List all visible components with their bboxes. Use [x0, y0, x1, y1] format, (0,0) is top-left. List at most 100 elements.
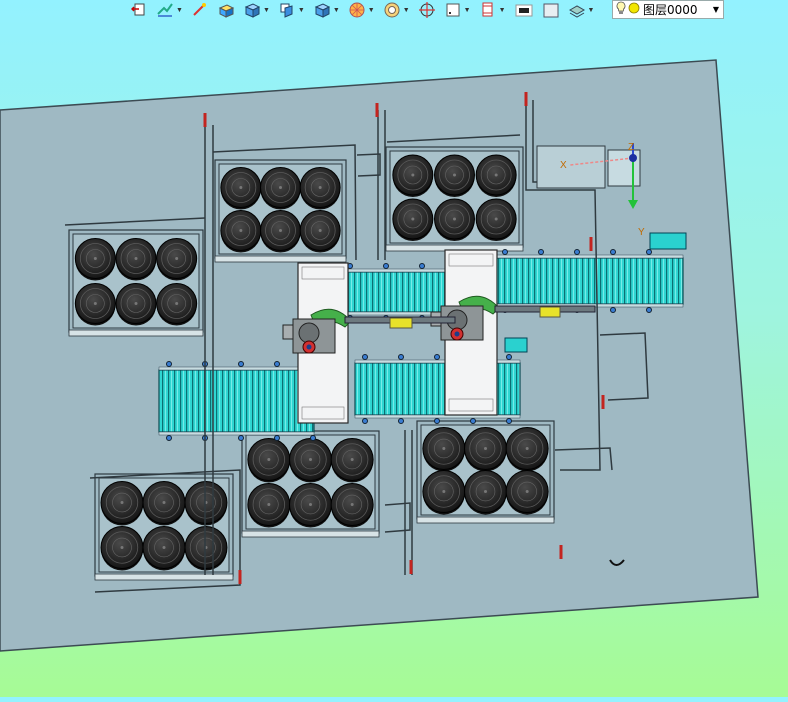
- hide-show-button[interactable]: ▼: [383, 1, 410, 19]
- post-marker: [238, 570, 242, 584]
- post-marker: [409, 560, 413, 574]
- tire: [289, 483, 332, 528]
- chevron-down-icon[interactable]: ▼: [713, 5, 719, 14]
- small-motor: [504, 337, 528, 353]
- tire: [100, 526, 144, 571]
- tire: [115, 238, 157, 281]
- post-marker: [524, 92, 528, 106]
- extrude-button[interactable]: [217, 1, 235, 19]
- tire: [156, 283, 198, 326]
- post-marker: [375, 103, 379, 117]
- post-marker: [559, 545, 563, 559]
- graphics-viewport[interactable]: Z Y X: [0, 20, 788, 697]
- view-orientation-icon: [278, 1, 296, 19]
- tire: [422, 470, 466, 515]
- tire: [392, 198, 434, 241]
- hide-show-icon: [383, 1, 401, 19]
- section-view-icon: [313, 1, 331, 19]
- tire-pallet: [214, 159, 347, 263]
- lightbulb-icon: [616, 1, 626, 18]
- x-axis-label: X: [560, 160, 567, 171]
- chevron-down-icon[interactable]: ▼: [464, 7, 471, 14]
- sketch-icon: [418, 1, 436, 19]
- tire: [220, 210, 262, 253]
- view-cube-icon: [243, 1, 261, 19]
- factory-layout: Z Y X: [0, 59, 759, 652]
- appearance-icon: [479, 1, 497, 19]
- tire: [330, 483, 374, 528]
- section-view-button[interactable]: ▼: [313, 1, 340, 19]
- chevron-down-icon[interactable]: ▼: [333, 7, 340, 14]
- chevron-down-icon[interactable]: ▼: [298, 7, 305, 14]
- tire: [330, 438, 374, 483]
- control-box: [536, 145, 606, 189]
- tire-pallet: [68, 229, 204, 337]
- line-color-icon: [515, 1, 533, 19]
- fill-color-button[interactable]: [542, 1, 560, 19]
- chevron-down-icon[interactable]: ▼: [263, 7, 270, 14]
- post-marker: [601, 395, 605, 409]
- fill-color-icon: [542, 1, 560, 19]
- line-color-button[interactable]: [515, 1, 533, 19]
- tire-pallet: [241, 430, 380, 538]
- display-style-button[interactable]: ▼: [348, 1, 375, 19]
- tire: [299, 167, 341, 210]
- layer-select-value: 图层0000: [643, 3, 698, 17]
- dimension-button[interactable]: ▼: [444, 1, 471, 19]
- tire: [260, 167, 301, 210]
- appearance-button[interactable]: ▼: [479, 1, 506, 19]
- chevron-down-icon[interactable]: ▼: [499, 7, 506, 14]
- tire: [100, 481, 144, 526]
- smart-dimension-icon: [156, 1, 174, 19]
- view-cube-button[interactable]: ▼: [243, 1, 270, 19]
- z-axis-label: Z: [628, 142, 634, 153]
- tire: [184, 526, 228, 571]
- display-style-icon: [348, 1, 366, 19]
- tire: [505, 470, 549, 515]
- sketch-button[interactable]: [418, 1, 436, 19]
- chevron-down-icon[interactable]: ▼: [403, 7, 410, 14]
- view-orientation-button[interactable]: ▼: [278, 1, 305, 19]
- tire-pallet: [416, 420, 555, 524]
- tire: [184, 481, 228, 526]
- layers-button[interactable]: ▼: [568, 1, 595, 19]
- tire: [464, 470, 507, 515]
- tire: [156, 238, 198, 281]
- dimension-icon: [444, 1, 462, 19]
- tire: [434, 154, 475, 197]
- tire: [475, 198, 517, 241]
- y-axis-label: Y: [638, 227, 645, 238]
- tire: [142, 481, 186, 526]
- tire: [142, 526, 186, 571]
- roller-conveyor: [158, 361, 316, 441]
- tire: [464, 427, 507, 472]
- chevron-down-icon[interactable]: ▼: [588, 7, 595, 14]
- post-marker: [203, 113, 207, 127]
- tire: [74, 238, 116, 281]
- coupling: [389, 317, 413, 329]
- tire: [247, 483, 291, 528]
- exit-sketch-icon: [130, 1, 148, 19]
- tire: [289, 438, 332, 483]
- tire: [505, 427, 549, 472]
- layers-icon: [568, 1, 586, 19]
- tire: [115, 283, 157, 326]
- tire: [299, 210, 341, 253]
- tire: [422, 427, 466, 472]
- line-tool-button[interactable]: [191, 1, 209, 19]
- post-marker: [589, 237, 593, 251]
- line-tool-icon: [191, 1, 209, 19]
- exit-sketch-button[interactable]: [130, 1, 148, 19]
- layer-select[interactable]: 图层0000 ▼: [612, 0, 724, 19]
- tire: [74, 283, 116, 326]
- roller-conveyor: [494, 249, 684, 313]
- smart-dimension-button[interactable]: ▼: [156, 1, 183, 19]
- extrude-icon: [217, 1, 235, 19]
- tire: [220, 167, 262, 210]
- small-motor: [649, 232, 687, 250]
- chevron-down-icon[interactable]: ▼: [176, 7, 183, 14]
- tire: [260, 210, 301, 253]
- coupling: [539, 306, 561, 318]
- tire-pallet: [385, 146, 524, 252]
- chevron-down-icon[interactable]: ▼: [368, 7, 375, 14]
